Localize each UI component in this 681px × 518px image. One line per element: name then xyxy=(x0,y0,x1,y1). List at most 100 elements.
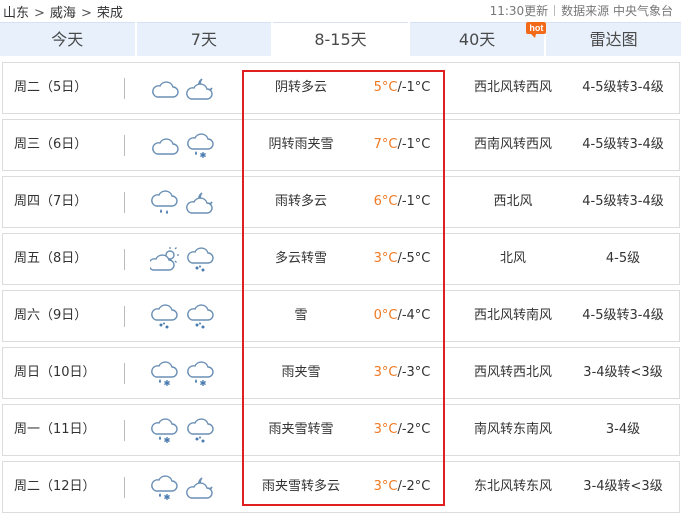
breadcrumb-province-link[interactable]: 山东 xyxy=(3,6,29,21)
weather-description: 阴转多云 xyxy=(274,80,327,95)
temperature: 3°C/-2°C xyxy=(357,462,447,512)
sleet-icon xyxy=(186,360,216,388)
divider xyxy=(124,477,125,498)
forecast-date: 周六（9日） xyxy=(14,308,88,323)
high-temp: 3°C xyxy=(373,479,398,494)
low-temp: /-2°C xyxy=(397,422,431,437)
wind-direction: 东北风转东风 xyxy=(473,479,552,494)
snow-icon xyxy=(186,417,216,445)
forecast-date: 周二（12日） xyxy=(14,479,96,494)
weather-description: 多云转雪 xyxy=(274,251,327,266)
high-temp: 5°C xyxy=(373,80,398,95)
forecast-date: 周三（6日） xyxy=(14,137,88,152)
forecast-row: 周二（5日） 阴转多云 5°C/-1°C 西北风转西风 4-5级转3-4级 xyxy=(2,62,680,114)
weather-description: 雪 xyxy=(294,308,308,323)
tab-radar[interactable]: 雷达图 xyxy=(546,22,681,56)
tab-today[interactable]: 今天 xyxy=(0,22,135,56)
forecast-date: 周四（7日） xyxy=(14,194,88,209)
high-temp: 3°C xyxy=(373,251,398,266)
wind-direction: 西南风转西风 xyxy=(473,137,552,152)
breadcrumb-county-link[interactable]: 荣成 xyxy=(97,6,123,21)
forecast-row: 周日（10日） 雨夹雪 3°C/-3°C 西风转西北风 3-4级转<3级 xyxy=(2,347,680,399)
breadcrumb-separator: > xyxy=(34,6,45,21)
sleet-icon xyxy=(150,417,180,445)
partly-cloudy-night-icon xyxy=(186,474,216,502)
divider xyxy=(124,249,125,270)
forecast-row: 周一（11日） 雨夹雪转雪 3°C/-2°C 南风转东南风 3-4级 xyxy=(2,404,680,456)
forecast-date: 周二（5日） xyxy=(14,80,88,95)
partly-cloudy-night-icon xyxy=(186,189,216,217)
temperature: 7°C/-1°C xyxy=(357,120,447,170)
divider xyxy=(124,363,125,384)
wind-level: 4-5级转3-4级 xyxy=(582,137,664,152)
temperature: 3°C/-3°C xyxy=(357,348,447,398)
snow-icon xyxy=(186,246,216,274)
tab-40-days-label: 40天 xyxy=(458,30,496,49)
wind-direction: 西北风转西风 xyxy=(473,80,552,95)
temperature: 3°C/-5°C xyxy=(357,234,447,284)
weather-description: 雨夹雪 xyxy=(281,365,321,380)
temperature: 3°C/-2°C xyxy=(357,405,447,455)
low-temp: /-4°C xyxy=(397,308,431,323)
tab-40-days[interactable]: 40天 hot xyxy=(409,22,547,56)
tab-8-15-days[interactable]: 8-15天 xyxy=(273,22,408,56)
breadcrumb-city-link[interactable]: 威海 xyxy=(50,6,76,21)
divider xyxy=(554,5,556,16)
divider xyxy=(124,306,125,327)
wind-level: 4-5级 xyxy=(605,251,641,266)
wind-level: 4-5级转3-4级 xyxy=(582,308,664,323)
divider xyxy=(124,192,125,213)
forecast-date: 周一（11日） xyxy=(14,422,96,437)
breadcrumb-separator: > xyxy=(80,6,92,21)
weather-description: 阴转雨夹雪 xyxy=(268,137,334,152)
sleet-icon xyxy=(150,360,180,388)
rain-icon xyxy=(150,189,180,217)
wind-level: 3-4级转<3级 xyxy=(583,365,663,380)
divider xyxy=(124,420,125,441)
snow-icon xyxy=(150,303,180,331)
high-temp: 3°C xyxy=(373,422,398,437)
forecast-row: 周六（9日） 雪 0°C/-4°C 西北风转南风 4-5级转3-4级 xyxy=(2,290,680,342)
wind-level: 3-4级转<3级 xyxy=(583,479,663,494)
forecast-row: 周四（7日） 雨转多云 6°C/-1°C 西北风 4-5级转3-4级 xyxy=(2,176,680,228)
temperature: 6°C/-1°C xyxy=(357,177,447,227)
update-time: 11:30更新 xyxy=(489,4,549,18)
wind-level: 4-5级转3-4级 xyxy=(582,194,664,209)
partly-cloudy-night-icon xyxy=(186,75,216,103)
tab-7-days[interactable]: 7天 xyxy=(136,22,272,56)
forecast-list: 周二（5日） 阴转多云 5°C/-1°C 西北风转西风 4-5级转3-4级 周三（6日）阴… xyxy=(0,62,681,518)
wind-direction: 西北风 xyxy=(493,194,533,209)
sleet-icon xyxy=(186,132,216,160)
wind-direction: 南风转东南风 xyxy=(473,422,552,437)
wind-level: 4-5级转3-4级 xyxy=(582,80,664,95)
temperature: 0°C/-4°C xyxy=(357,291,447,341)
cloudy-icon xyxy=(150,75,180,103)
divider xyxy=(124,135,125,156)
forecast-tabs: 今天 7天 8-15天 40天 hot 雷达图 xyxy=(0,22,681,56)
weather-description: 雨夹雪转多云 xyxy=(261,479,340,494)
forecast-row: 周五（8日） 多云转雪 3°C/-5°C 北风 4-5级 xyxy=(2,233,680,285)
breadcrumb: 山东 > 威海 > 荣成 xyxy=(3,2,123,21)
wind-direction: 西北风转南风 xyxy=(473,308,552,323)
data-source: 数据来源 中央气象台 xyxy=(561,4,673,18)
update-info: 11:30更新 数据来源 中央气象台 xyxy=(490,2,673,19)
weather-description: 雨转多云 xyxy=(274,194,327,209)
snow-icon xyxy=(186,303,216,331)
wind-direction: 西风转西北风 xyxy=(473,365,552,380)
temperature: 5°C/-1°C xyxy=(357,63,447,113)
partly-cloudy-day-icon xyxy=(148,246,180,274)
high-temp: 0°C xyxy=(373,308,398,323)
high-temp: 3°C xyxy=(373,365,398,380)
hot-badge: hot xyxy=(526,22,547,38)
low-temp: /-5°C xyxy=(397,251,431,266)
divider xyxy=(124,78,125,99)
low-temp: /-1°C xyxy=(397,194,431,209)
top-bar: 山东 > 威海 > 荣成 11:30更新 数据来源 中央气象台 xyxy=(0,0,681,22)
weather-description: 雨夹雪转雪 xyxy=(268,422,334,437)
high-temp: 7°C xyxy=(373,137,398,152)
forecast-date: 周五（8日） xyxy=(14,251,88,266)
forecast-row: 周二（12日） 雨夹雪转多云 3°C/-2°C 东北风转东风 3-4级转<3级 xyxy=(2,461,680,513)
low-temp: /-2°C xyxy=(397,479,431,494)
low-temp: /-3°C xyxy=(397,365,431,380)
wind-level: 3-4级 xyxy=(605,422,641,437)
